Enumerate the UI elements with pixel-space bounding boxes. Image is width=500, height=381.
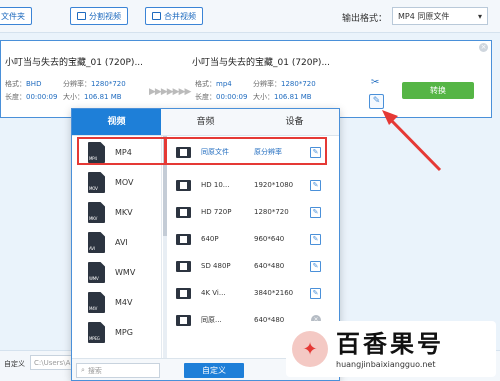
watermark-title: 百香果号	[336, 329, 444, 358]
passion-fruit-logo-icon: ✦	[292, 331, 328, 367]
watermark-url: huangjinbaixiangguo.net	[336, 359, 436, 369]
watermark: ✦ 百香果号 huangjinbaixiangguo.net	[286, 321, 496, 377]
watermark-text: 百香果号 huangjinbaixiangguo.net	[336, 330, 444, 369]
arrow-line	[387, 116, 442, 172]
